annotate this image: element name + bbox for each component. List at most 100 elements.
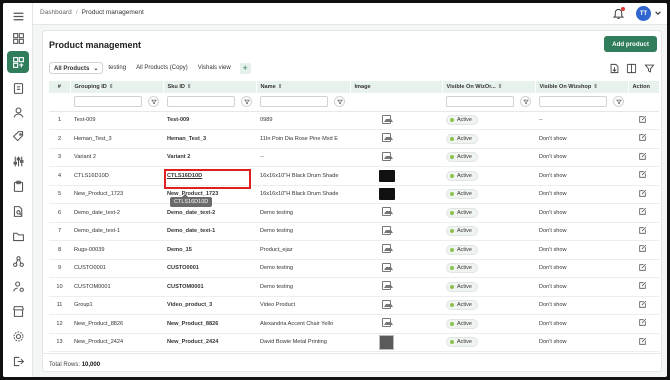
image-placeholder-icon[interactable] (382, 281, 393, 291)
edit-icon[interactable] (638, 226, 647, 235)
user-settings-icon[interactable] (9, 277, 27, 295)
col-header-sku-id[interactable]: Sku ID ⇕ (163, 81, 257, 93)
avatar[interactable]: TT (636, 6, 651, 21)
logout-icon[interactable] (9, 352, 27, 370)
table-row[interactable]: 3 Variant 2 Variant 2 -- Active Don't show (49, 148, 659, 167)
sku-id-cell[interactable]: Demo_15 (163, 240, 256, 260)
table-row[interactable]: 10 CUSTOM0001 CUSTOM0001 Demo testing Active… (49, 277, 659, 297)
row-index: 4 (49, 166, 70, 186)
sort-icon[interactable]: ⇕ (498, 84, 503, 90)
tab-testing[interactable]: testing (103, 62, 131, 74)
clipboard-icon[interactable] (9, 177, 27, 195)
table-row[interactable]: 13 New_Product_2424 New_Product_2424 David … (49, 333, 659, 352)
tab-all-products-copy[interactable]: All Products (Copy) (131, 62, 193, 74)
sort-icon[interactable]: ⇕ (109, 84, 114, 90)
edit-icon[interactable] (638, 189, 647, 198)
export-icon[interactable] (609, 63, 620, 74)
sku-id-cell[interactable]: Variant 2 (163, 148, 256, 167)
image-placeholder-icon[interactable] (382, 244, 393, 254)
add-product-button[interactable]: Add product (604, 36, 657, 52)
product-thumbnail[interactable] (379, 169, 395, 182)
sku-id-filter-input[interactable] (167, 96, 235, 107)
tab-vishals-view[interactable]: Vishals view (193, 62, 236, 74)
folder-icon[interactable] (9, 227, 27, 245)
image-placeholder-icon[interactable] (382, 318, 393, 328)
columns-icon[interactable] (626, 63, 637, 74)
orders-icon[interactable] (9, 79, 27, 97)
col-header-visible-wizorder[interactable]: Visible On WizOr... ⇕ (442, 81, 536, 93)
sku-id-cell[interactable]: Video_product_3 (163, 296, 256, 315)
sku-id-cell[interactable]: CUSTO0001 (163, 259, 256, 278)
image-placeholder-icon[interactable] (382, 225, 393, 235)
sort-icon[interactable]: ⇕ (187, 84, 192, 90)
breadcrumb-root[interactable]: Dashboard (40, 9, 72, 16)
edit-icon[interactable] (638, 170, 647, 179)
image-placeholder-icon[interactable] (382, 133, 393, 143)
image-placeholder-icon[interactable] (382, 299, 393, 309)
dashboard-icon[interactable] (9, 29, 27, 47)
menu-icon[interactable] (9, 7, 27, 25)
filter-icon[interactable] (148, 96, 159, 107)
edit-icon[interactable] (638, 318, 647, 327)
image-placeholder-icon[interactable] (382, 262, 393, 272)
sku-id-cell[interactable]: Test-009 (163, 111, 256, 130)
sort-icon[interactable]: ⇕ (593, 84, 598, 90)
image-placeholder-icon[interactable] (382, 114, 393, 124)
wizorder-filter-input[interactable] (446, 96, 514, 107)
name-filter-input[interactable] (260, 96, 328, 107)
sku-id-cell[interactable]: New_Product_8826 (163, 314, 256, 334)
edit-icon[interactable] (638, 207, 647, 216)
edit-icon[interactable] (638, 263, 647, 272)
sku-id-cell[interactable]: New_Product_2424 (163, 333, 256, 352)
settings-icon[interactable] (9, 327, 27, 345)
edit-icon[interactable] (638, 152, 647, 161)
wizorder-cell: Active (442, 148, 535, 167)
col-header-visible-wizshop[interactable]: Visible On Wizshop ⇕ (535, 81, 629, 93)
wizshop-filter-input[interactable] (539, 96, 607, 107)
filter-icon[interactable] (613, 96, 624, 107)
network-icon[interactable] (9, 252, 27, 270)
sort-icon[interactable]: ⇕ (278, 84, 283, 90)
table-row[interactable]: 1 Test-009 Test-009 0989 Active -- (49, 111, 659, 130)
edit-icon[interactable] (638, 337, 647, 346)
table-row[interactable]: 9 CUSTO0001 CUSTO0001 Demo testing Active Don… (49, 259, 659, 278)
add-view-button[interactable]: + (239, 62, 251, 74)
table-row[interactable]: 8 Rugs-00039 Demo_15 Product_ejaz Active Don'… (49, 240, 659, 260)
table-row[interactable]: 4 CTLS16D10D CTLS16D10D 16x16x10"H Black Dr… (49, 166, 659, 186)
tags-icon[interactable] (9, 127, 27, 145)
table-row[interactable]: 7 Demo_date_text-1 Demo_date_text-1 Demo te… (49, 222, 659, 241)
grouping-id-cell: Rugs-00039 (70, 240, 163, 260)
image-placeholder-icon[interactable] (382, 151, 393, 161)
filter-icon[interactable] (334, 96, 345, 107)
sku-id-cell[interactable]: CUSTOM0001 (163, 277, 256, 297)
sku-id-cell[interactable]: Heman_Test_3 (163, 129, 256, 149)
product-thumbnail[interactable] (379, 188, 395, 201)
filter-icon[interactable] (520, 96, 531, 107)
image-placeholder-icon[interactable] (382, 207, 393, 217)
edit-icon[interactable] (638, 133, 647, 142)
edit-icon[interactable] (638, 244, 647, 253)
table-row[interactable]: 12 New_Product_8826 New_Product_8826 Alexan… (49, 314, 659, 334)
products-icon[interactable] (7, 51, 29, 73)
edit-icon[interactable] (638, 300, 647, 309)
edit-icon[interactable] (638, 115, 647, 124)
edit-icon[interactable] (638, 281, 647, 290)
filter-icon[interactable] (241, 96, 252, 107)
col-header-grouping-id[interactable]: Grouping ID ⇕ (70, 81, 164, 93)
table-row[interactable]: 11 Group1 Video_product_3 Video Product Acti… (49, 296, 659, 315)
product-thumbnail[interactable] (379, 334, 394, 350)
col-header-name[interactable]: Name ⇕ (256, 81, 351, 93)
chevron-down-icon[interactable] (654, 9, 662, 17)
sku-id-cell[interactable]: Demo_date_text-1 (163, 222, 256, 241)
filter-icon[interactable] (644, 63, 655, 74)
table-row[interactable]: 5 New_Product_1723 New_Product_1723 16x16x1… (49, 185, 659, 204)
tab-all-products[interactable]: All Products ⌄ (49, 62, 104, 74)
sliders-icon[interactable] (9, 152, 27, 170)
user-icon[interactable] (9, 103, 27, 121)
file-search-icon[interactable] (9, 202, 27, 220)
store-icon[interactable] (9, 302, 27, 320)
table-row[interactable]: 2 Heman_Test_3 Heman_Test_3 11In Poin Dia R… (49, 129, 659, 149)
table-row[interactable]: 6 Demo_date_text-2 Demo_date_text-2 Demo te… (49, 203, 659, 223)
breadcrumb-current: Product management (81, 9, 144, 16)
grouping-id-filter-input[interactable] (74, 96, 142, 107)
